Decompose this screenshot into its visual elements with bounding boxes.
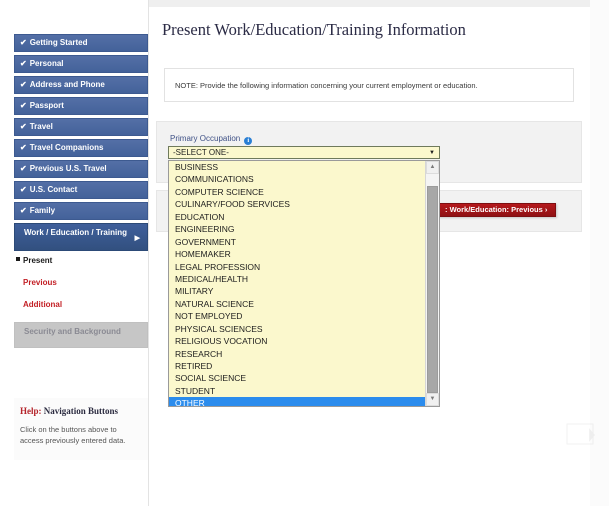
chevron-right-icon: ▶ <box>134 235 140 242</box>
sidebar-subitem-additional[interactable]: Additional <box>23 300 148 322</box>
dropdown-option[interactable]: ENGINEERING <box>169 223 425 235</box>
sidebar-item-passport[interactable]: ✔ Passport <box>14 97 148 115</box>
note-text: NOTE: Provide the following information … <box>175 81 478 90</box>
sidebar-item-previous-us-travel[interactable]: ✔ Previous U.S. Travel <box>14 160 148 178</box>
sidebar-subitem-previous[interactable]: Previous <box>23 278 148 300</box>
info-icon[interactable]: i <box>244 137 253 145</box>
browser-page: ✔ Getting Started ✔ Personal ✔ Address and … <box>0 0 609 506</box>
sidebar-item-family[interactable]: ✔ Family <box>14 202 148 220</box>
check-icon: ✔ <box>20 206 27 215</box>
dropdown-option[interactable]: NOT EMPLOYED <box>169 310 425 322</box>
help-box: Help: Navigation Buttons Click on the bu… <box>14 398 148 460</box>
dropdown-option[interactable]: RESEARCH <box>169 348 425 360</box>
sidebar-item-travel-companions[interactable]: ✔ Travel Companions <box>14 139 148 157</box>
dropdown-option[interactable]: STUDENT <box>169 385 425 397</box>
dropdown-option[interactable]: PHYSICAL SCIENCES <box>169 323 425 335</box>
primary-occupation-dropdown-list[interactable]: BUSINESS COMMUNICATIONS COMPUTER SCIENCE CU… <box>168 160 440 407</box>
check-icon: ✔ <box>20 185 27 194</box>
check-icon: ✔ <box>20 38 27 47</box>
sidebar-item-label: Family <box>29 206 56 215</box>
help-body-text: Click on the buttons above to access pre… <box>20 425 126 445</box>
chevron-down-icon: ▼ <box>429 150 435 156</box>
sidebar-subnav: Present Previous Additional <box>14 256 148 322</box>
dropdown-option[interactable]: BUSINESS <box>169 161 425 173</box>
check-icon: ✔ <box>20 59 27 68</box>
sidebar-item-label: Getting Started <box>29 38 88 47</box>
scroll-up-button[interactable]: ▲ <box>426 161 439 174</box>
primary-occupation-label: Primary Occupation i <box>170 134 253 145</box>
dropdown-option[interactable]: NATURAL SCIENCE <box>169 298 425 310</box>
field-label-text: Primary Occupation <box>170 134 241 143</box>
dropdown-option[interactable]: GOVERNMENT <box>169 236 425 248</box>
select-value: -SELECT ONE- <box>173 148 229 157</box>
sidebar-item-label: Security and Background <box>24 327 121 336</box>
sidebar-item-travel[interactable]: ✔ Travel <box>14 118 148 136</box>
dropdown-scrollbar[interactable]: ▲ ▼ <box>425 161 439 406</box>
dropdown-option[interactable]: MEDICAL/HEALTH <box>169 273 425 285</box>
dropdown-option[interactable]: CULINARY/FOOD SERVICES <box>169 198 425 210</box>
sidebar-item-address-and-phone[interactable]: ✔ Address and Phone <box>14 76 148 94</box>
dropdown-option[interactable]: COMPUTER SCIENCE <box>169 186 425 198</box>
primary-occupation-select[interactable]: -SELECT ONE- ▼ <box>168 146 440 159</box>
page-title: Present Work/Education/Training Informat… <box>162 20 466 39</box>
note-box: NOTE: Provide the following information … <box>164 68 574 102</box>
sidebar-item-us-contact[interactable]: ✔ U.S. Contact <box>14 181 148 199</box>
bullet-icon <box>16 257 20 261</box>
dropdown-option[interactable]: RETIRED <box>169 360 425 372</box>
dropdown-options: BUSINESS COMMUNICATIONS COMPUTER SCIENCE CU… <box>169 161 425 406</box>
sidebar-item-label: Work / Education / Training <box>24 228 127 237</box>
check-icon: ✔ <box>20 122 27 131</box>
dropdown-option[interactable]: EDUCATION <box>169 211 425 223</box>
sidebar-item-label: Passport <box>29 101 64 110</box>
dropdown-option[interactable]: SOCIAL SCIENCE <box>169 372 425 384</box>
dropdown-option[interactable]: OTHER <box>169 397 425 406</box>
sidebar-item-getting-started[interactable]: ✔ Getting Started <box>14 34 148 52</box>
sidebar-subitem-label: Previous <box>23 278 57 287</box>
sidebar-item-security-and-background: Security and Background <box>14 322 148 348</box>
sidebar-subitem-label: Present <box>23 256 53 265</box>
sidebar-item-personal[interactable]: ✔ Personal <box>14 55 148 73</box>
sidebar-subitem-label: Additional <box>23 300 63 309</box>
dropdown-option[interactable]: MILITARY <box>169 285 425 297</box>
top-band-grey-right <box>149 0 609 7</box>
watermark-icon <box>566 423 595 445</box>
dropdown-option[interactable]: HOMEMAKER <box>169 248 425 260</box>
sidebar-navigation: ✔ Getting Started ✔ Personal ✔ Address and … <box>14 34 148 351</box>
help-title-label: Help: <box>20 406 42 416</box>
dropdown-option[interactable]: COMMUNICATIONS <box>169 173 425 185</box>
dropdown-option[interactable]: RELIGIOUS VOCATION <box>169 335 425 347</box>
help-title-topic: Navigation Buttons <box>43 406 119 416</box>
scrollbar-thumb[interactable] <box>427 186 438 393</box>
sidebar-item-label: Personal <box>29 59 64 68</box>
check-icon: ✔ <box>20 101 27 110</box>
check-icon: ✔ <box>20 143 27 152</box>
previous-navigation-button[interactable]: : Work/Education: Previous › <box>438 203 557 217</box>
sidebar-item-label: Previous U.S. Travel <box>29 164 107 173</box>
sidebar-item-label: Address and Phone <box>29 80 105 89</box>
sidebar-item-label: U.S. Contact <box>29 185 78 194</box>
check-icon: ✔ <box>20 80 27 89</box>
dropdown-option[interactable]: LEGAL PROFESSION <box>169 261 425 273</box>
sidebar-subitem-present[interactable]: Present <box>16 256 148 278</box>
check-icon: ✔ <box>20 164 27 173</box>
sidebar-item-work-education-training[interactable]: Work / Education / Training ▶ <box>14 223 148 251</box>
sidebar-item-label: Travel <box>29 122 53 131</box>
sidebar-item-label: Travel Companions <box>29 143 104 152</box>
scroll-down-button[interactable]: ▼ <box>426 393 439 406</box>
help-title: Help: Navigation Buttons <box>20 406 142 416</box>
